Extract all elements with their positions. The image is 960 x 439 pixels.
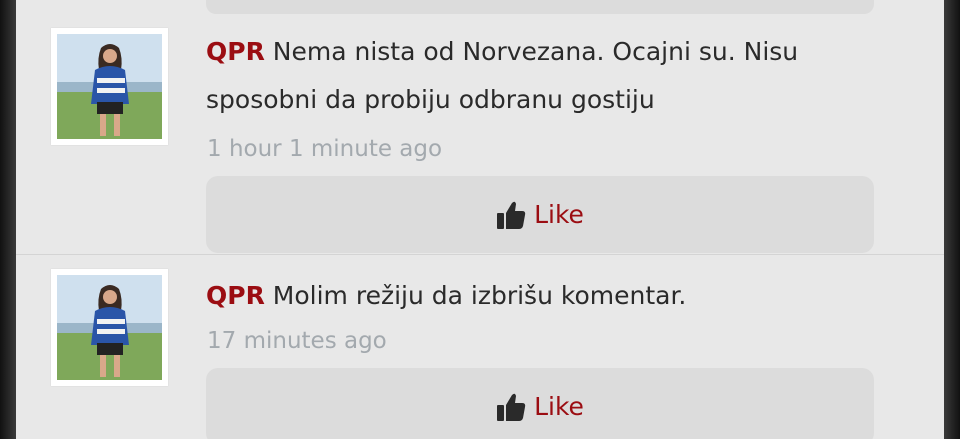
right-edge <box>944 0 960 439</box>
thumbs-up-icon <box>497 201 526 229</box>
comment-item: QPR Molim režiju da izbrišu komentar. 17… <box>16 254 944 439</box>
comment-text: QPR Nema nista od Norvezana. Ocajni su. … <box>206 28 856 124</box>
left-edge <box>0 0 16 439</box>
comment-feed: QPR Nema nista od Norvezana. Ocajni su. … <box>16 0 944 439</box>
previous-like-button[interactable] <box>206 0 874 14</box>
like-label: Like <box>534 200 584 229</box>
comment-item: QPR Nema nista od Norvezana. Ocajni su. … <box>16 14 944 254</box>
comment-message: Molim režiju da izbrišu komentar. <box>272 281 687 310</box>
avatar[interactable] <box>51 269 168 386</box>
comment-timestamp: 17 minutes ago <box>207 328 387 354</box>
avatar-photo <box>57 34 162 139</box>
comment-timestamp: 1 hour 1 minute ago <box>207 136 443 162</box>
comment-message: Nema nista od Norvezana. Ocajni su. Nisu… <box>206 37 799 114</box>
comment-author[interactable]: QPR <box>206 281 265 310</box>
like-label: Like <box>534 392 584 421</box>
comment-text: QPR Molim režiju da izbrišu komentar. <box>206 272 856 320</box>
avatar[interactable] <box>51 28 168 145</box>
comment-author[interactable]: QPR <box>206 37 265 66</box>
like-button[interactable]: Like <box>206 176 874 253</box>
thumbs-up-icon <box>497 393 526 421</box>
avatar-photo <box>57 275 162 380</box>
like-button[interactable]: Like <box>206 368 874 439</box>
